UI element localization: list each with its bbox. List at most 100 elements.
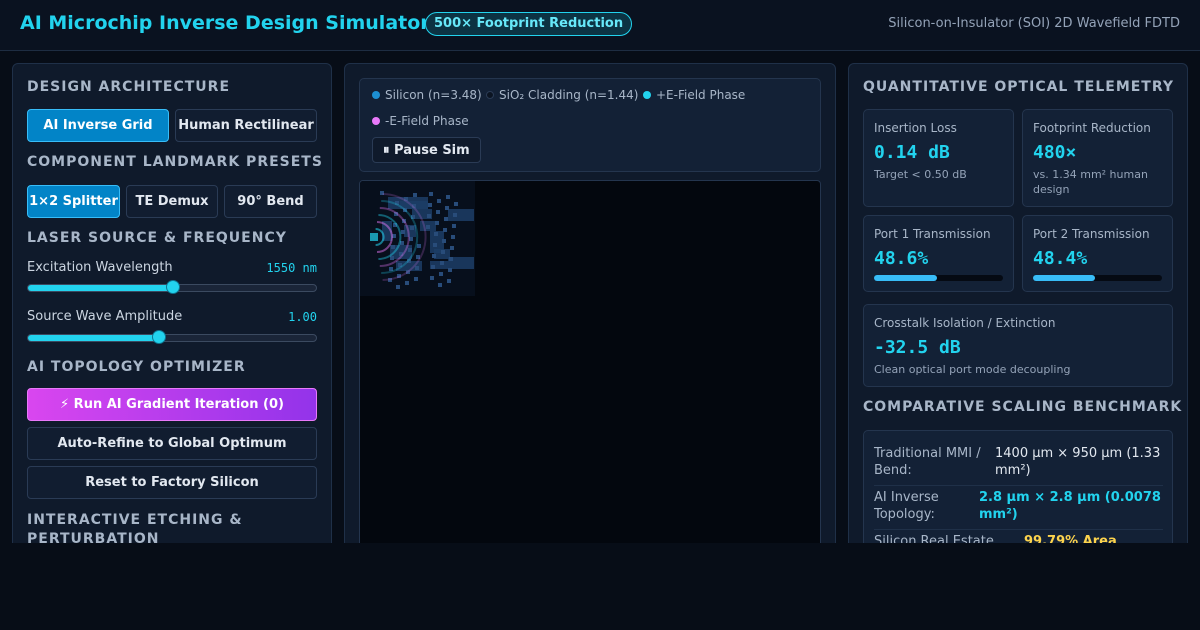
insertion-loss-value: 0.14 dB [874,142,950,163]
benchmark-divider [874,529,1163,530]
legend-positive-field: +E-Field Phase [643,88,745,102]
pause-sim-button[interactable]: ⏸ Pause Sim [372,137,481,163]
silicon-pixel [433,243,437,247]
silicon-pixel [437,199,441,203]
legend-silicon-label: Silicon (n=3.48) [385,88,482,102]
port2-bar-fill [1033,275,1096,281]
legend-cladding-label: SiO₂ Cladding (n=1.44) [499,88,639,102]
simulation-panel: Silicon (n=3.48) SiO₂ Cladding (n=1.44) … [344,63,836,543]
silicon-pixel [438,283,442,287]
crosstalk-card: Crosstalk Isolation / Extinction -32.5 d… [863,304,1173,387]
footprint-card: Footprint Reduction 480× vs. 1.34 mm² hu… [1022,109,1173,207]
amplitude-slider-fill [28,335,159,341]
wavelength-slider-fill [28,285,173,291]
benchmark-ai-label: AI Inverse Topology: [874,490,939,522]
silicon-pixel [436,210,440,214]
silicon-pixel [448,209,474,221]
silicon-pixel [442,239,446,243]
silicon-pixel [453,213,457,217]
port1-value: 48.6% [874,248,929,269]
port2-bar [1033,275,1162,281]
splitter-preset-button[interactable]: 1×2 Splitter [27,185,120,218]
legend-negative-field-label: -E-Field Phase [385,114,469,128]
legend-silicon: Silicon (n=3.48) [372,88,482,102]
human-rectilinear-button[interactable]: Human Rectilinear [175,109,317,142]
silicon-pixel [431,265,435,269]
crosstalk-value: -32.5 dB [874,337,961,358]
silicon-pixel [441,250,445,254]
silicon-pixel [410,226,414,230]
wavelength-value: 1550 nm [266,261,317,275]
te-demux-preset-button[interactable]: TE Demux [126,185,218,218]
app-header: AI Microchip Inverse Design Simulator 50… [0,0,1200,51]
benchmark-traditional-label: Traditional MMI / Bend: [874,446,981,478]
reset-silicon-button[interactable]: Reset to Factory Silicon [27,466,317,499]
wavelength-slider[interactable] [27,280,317,294]
silicon-pixel [452,224,456,228]
benchmark-title: Comparative Scaling Benchmark [863,399,1183,415]
optimizer-title: AI Topology Optimizer [27,359,246,375]
etching-title: Interactive Etching & Perturbation [27,512,243,543]
silicon-pixel [426,225,430,229]
wavefield-canvas[interactable] [359,180,821,543]
control-panel: Design Architecture AI Inverse Grid Huma… [12,63,332,543]
legend-cladding: SiO₂ Cladding (n=1.44) [486,88,638,102]
silicon-pixel [449,257,453,261]
wavelength-label: Excitation Wavelength [27,260,173,275]
insertion-loss-card: Insertion Loss 0.14 dB Target < 0.50 dB [863,109,1014,207]
silicon-pixel [439,272,443,276]
silicon-pixel [391,245,395,249]
silicon-pixel [447,279,451,283]
silicon-pixel [401,230,405,234]
app-title: AI Microchip Inverse Design Simulator [20,12,430,34]
source-marker [370,233,378,241]
silicon-pixel [427,214,431,218]
silicon-swatch-icon [372,91,380,99]
silicon-pixel [435,221,439,225]
amplitude-slider[interactable] [27,330,317,344]
port1-label: Port 1 Transmission [874,227,991,241]
wavelength-slider-thumb[interactable] [166,280,180,294]
silicon-pixel [428,203,432,207]
crosstalk-description: Clean optical port mode decoupling [874,363,1071,376]
laser-title: Laser Source & Frequency [27,230,287,246]
benchmark-traditional-value: 1400 µm × 950 µm (1.33 mm²) [995,446,1161,478]
port1-bar-fill [874,275,937,281]
silicon-pixel [429,192,433,196]
bend-preset-button[interactable]: 90° Bend [224,185,317,218]
silicon-pixel [396,285,400,289]
port1-card: Port 1 Transmission 48.6% [863,215,1014,292]
amplitude-value: 1.00 [288,310,317,324]
insertion-loss-target: Target < 0.50 dB [874,168,967,181]
silicon-pixel [444,217,448,221]
silicon-pixel [443,228,447,232]
amplitude-slider-thumb[interactable] [151,330,166,344]
footprint-label: Footprint Reduction [1033,121,1151,135]
port2-value: 48.4% [1033,248,1088,269]
telemetry-panel: Quantitative Optical Telemetry Insertion… [848,63,1188,543]
port2-card: Port 2 Transmission 48.4% [1022,215,1173,292]
legend-negative-field: -E-Field Phase [372,114,469,128]
negative-field-swatch-icon [372,117,380,125]
design-architecture-title: Design Architecture [27,79,231,95]
silicon-pixel [432,254,436,258]
run-ai-gradient-button[interactable]: ⚡ Run AI Gradient Iteration (0) [27,388,317,421]
amplitude-label: Source Wave Amplitude [27,309,183,324]
wavefield-render [360,181,475,296]
auto-refine-button[interactable]: Auto-Refine to Global Optimum [27,427,317,460]
benchmark-card: Traditional MMI / Bend: 1400 µm × 950 µm… [863,430,1173,543]
silicon-pixel [445,206,449,210]
legend-positive-field-label: +E-Field Phase [656,88,746,102]
benchmark-divider [874,485,1163,486]
ai-inverse-grid-button[interactable]: AI Inverse Grid [27,109,169,142]
insertion-loss-label: Insertion Loss [874,121,957,135]
telemetry-title: Quantitative Optical Telemetry [863,79,1175,95]
field-legend: Silicon (n=3.48) SiO₂ Cladding (n=1.44) … [359,78,821,172]
silicon-pixel [414,277,418,281]
footprint-value: 480× [1033,142,1077,163]
silicon-pixel [446,195,450,199]
silicon-pixel [430,276,434,280]
silicon-pixel [405,281,409,285]
silicon-pixel [413,193,417,197]
presets-title: Component Landmark Presets [27,154,323,170]
